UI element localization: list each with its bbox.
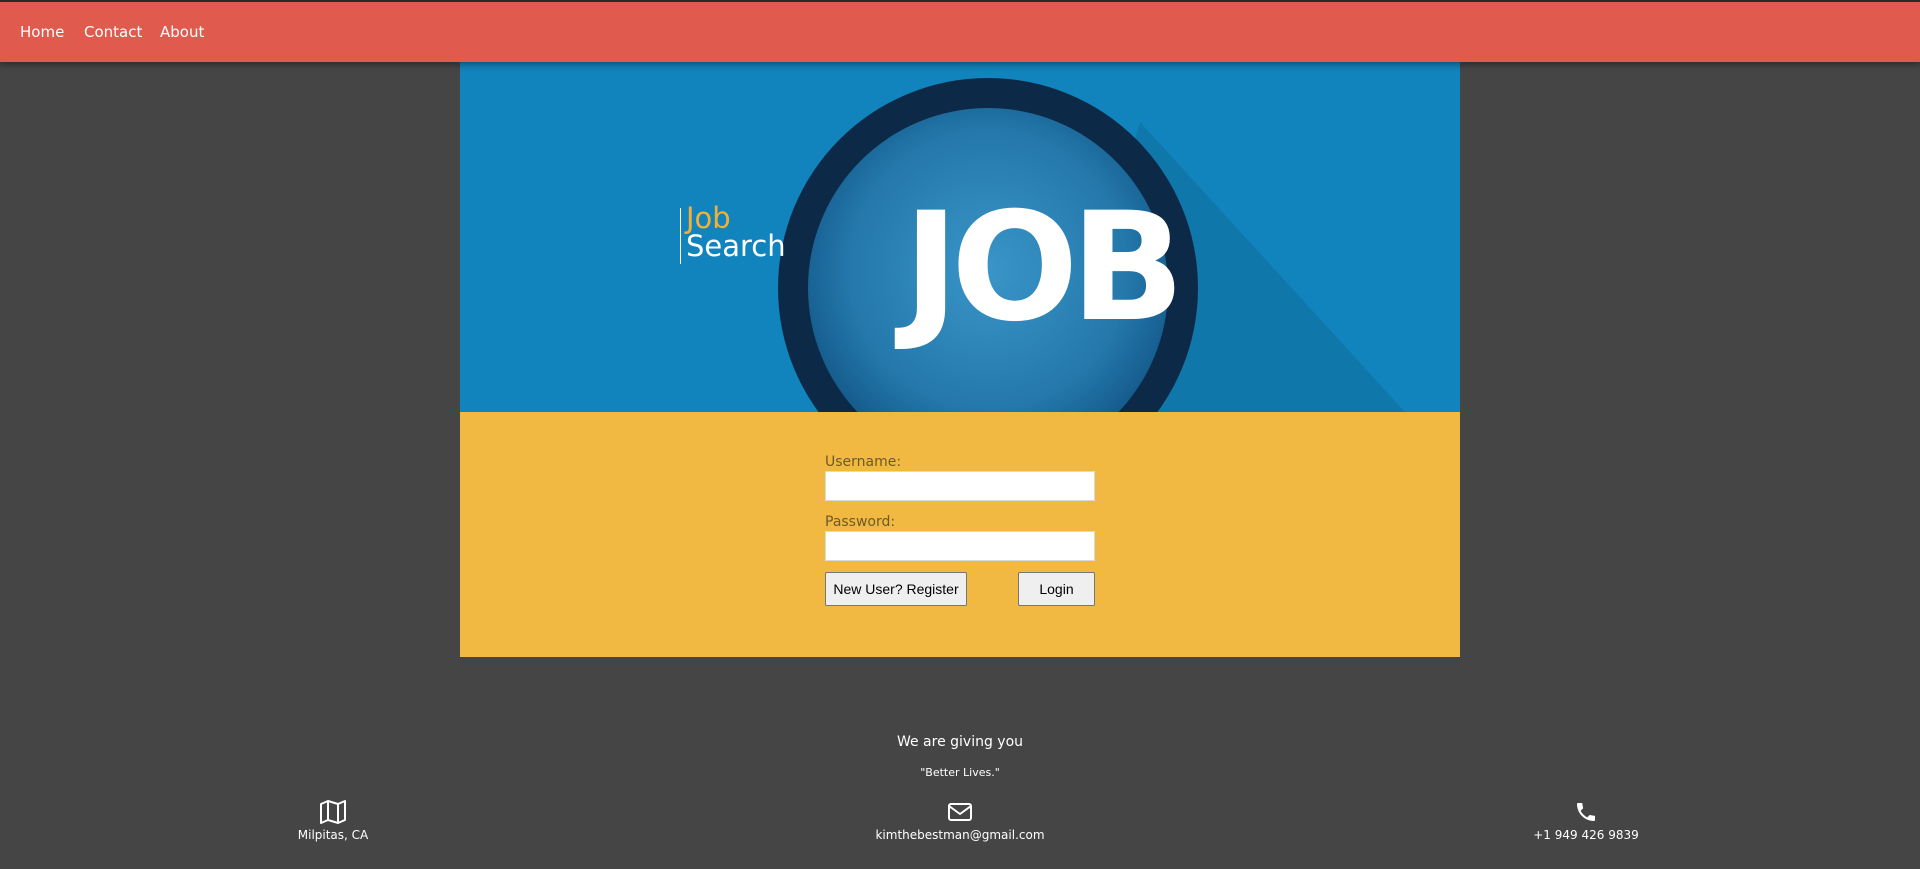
password-input[interactable] — [825, 531, 1095, 561]
contact-location: Milpitas, CA — [223, 800, 443, 842]
login-button[interactable]: Login — [1018, 572, 1095, 606]
hero-banner: Job Search JOB — [460, 62, 1460, 412]
nav-about-link[interactable]: About — [160, 22, 204, 42]
map-icon — [320, 800, 346, 824]
login-panel: Username: Password: New User? Register L… — [460, 412, 1460, 657]
username-input[interactable] — [825, 471, 1095, 501]
location-text: Milpitas, CA — [297, 828, 369, 842]
nav-home-link[interactable]: Home — [20, 22, 64, 42]
register-button[interactable]: New User? Register — [825, 572, 967, 606]
envelope-icon — [948, 803, 972, 821]
contact-phone: +1 949 426 9839 — [1476, 800, 1696, 842]
footer-tagline: We are giving you — [896, 734, 1024, 750]
hero-job-word: JOB — [903, 181, 1185, 355]
contact-email: kimthebestman@gmail.com — [850, 800, 1070, 842]
logo-search-text: Search — [686, 229, 786, 263]
phone-text[interactable]: +1 949 426 9839 — [1476, 828, 1696, 842]
username-label: Username: — [825, 454, 902, 470]
email-text[interactable]: kimthebestman@gmail.com — [850, 828, 1070, 842]
logo-divider — [680, 208, 681, 264]
top-navbar: Home Contact About — [0, 0, 1920, 62]
footer-motto: "Better Lives." — [920, 766, 1000, 779]
phone-icon — [1577, 803, 1595, 821]
nav-contact-link[interactable]: Contact — [84, 22, 142, 42]
password-label: Password: — [825, 514, 896, 530]
